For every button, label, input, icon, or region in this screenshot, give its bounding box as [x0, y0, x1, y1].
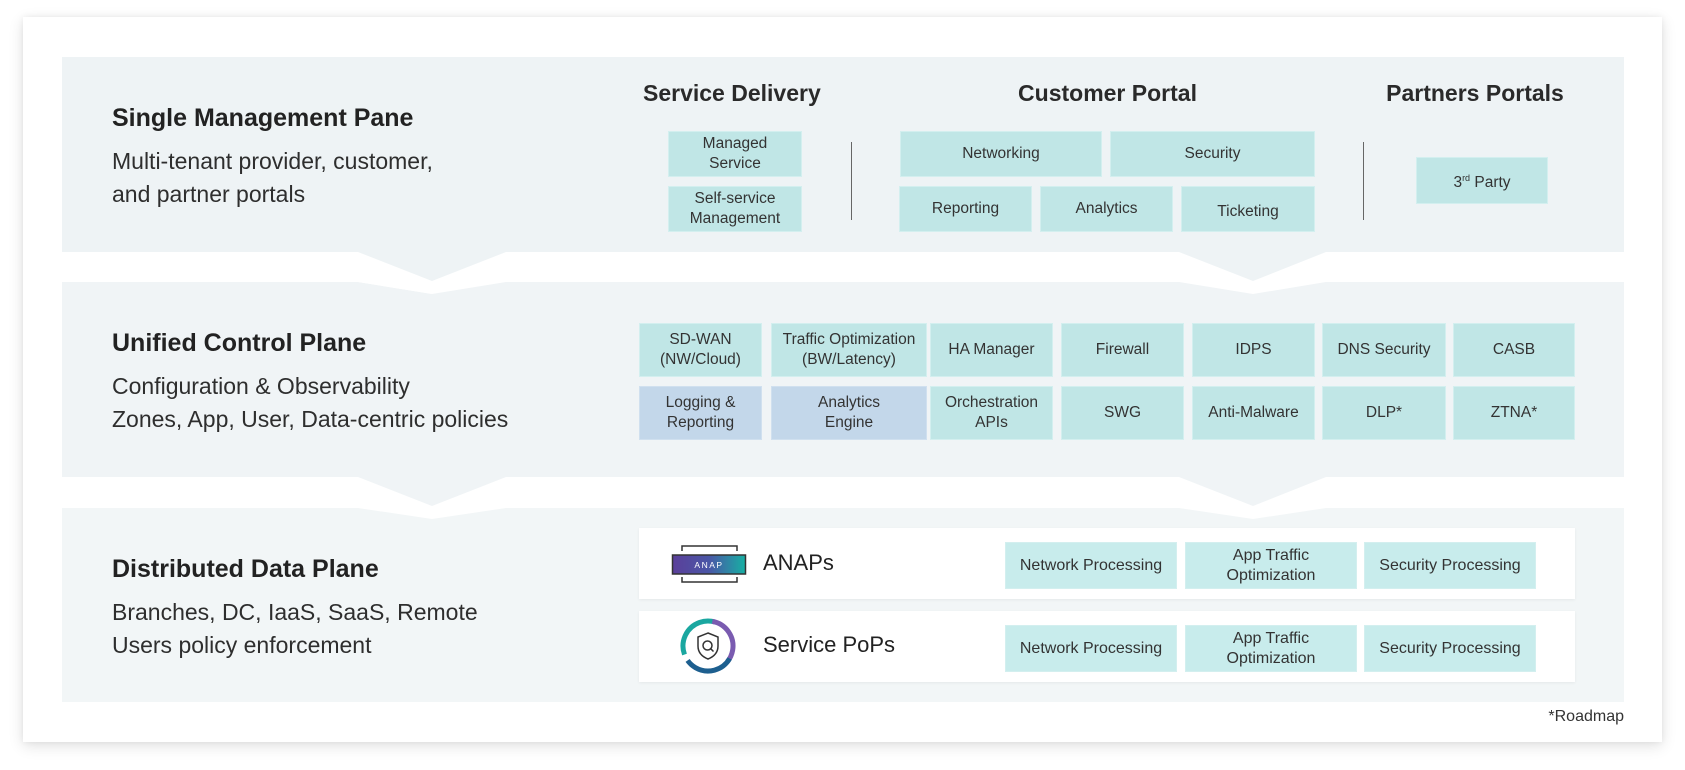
- control-capability-box: Traffic Optimization (BW/Latency): [771, 323, 927, 377]
- management-title: Single Management Pane: [112, 104, 414, 132]
- anaps-label: ANAPs: [763, 550, 834, 575]
- data-desc-line2: Users policy enforcement: [112, 632, 372, 658]
- partners-portals-heading: Partners Portals: [1386, 80, 1564, 106]
- box-label: IDPS: [1235, 341, 1272, 358]
- control-capability-box: IDPS: [1192, 323, 1315, 377]
- box-label: App Traffic Optimization: [1226, 629, 1316, 667]
- box-label: Self-service Management: [689, 190, 781, 227]
- box-label: Security Processing: [1379, 639, 1521, 657]
- data-title: Distributed Data Plane: [112, 555, 379, 583]
- box-label: Network Processing: [1019, 556, 1163, 574]
- box-label: Orchestration APIs: [944, 394, 1039, 431]
- box-label: Logging & Reporting: [665, 394, 736, 431]
- control-capability-box: Logging & Reporting: [639, 386, 762, 440]
- box-label: Analytics: [1075, 200, 1138, 217]
- box-label: DNS Security: [1337, 341, 1431, 358]
- control-capability-box: DNS Security: [1322, 323, 1446, 377]
- control-capability-box: SWG: [1061, 386, 1184, 440]
- service-pops-label: Service PoPs: [763, 632, 896, 657]
- self-service-management-box: Self-service Management: [668, 186, 802, 232]
- processing-box: App Traffic Optimization: [1185, 542, 1357, 589]
- box-label: Anti-Malware: [1208, 404, 1299, 421]
- ticketing-box: Ticketing: [1181, 186, 1315, 232]
- management-desc-line2: and partner portals: [112, 181, 306, 207]
- box-label: Networking: [962, 145, 1040, 162]
- box-label: Managed Service: [702, 135, 768, 172]
- control-capability-box: ZTNA*: [1453, 386, 1575, 440]
- arrow-down-icon: [1179, 477, 1326, 506]
- box-label: HA Manager: [948, 341, 1035, 358]
- box-label: SWG: [1103, 404, 1142, 421]
- notch-cutout: [1179, 508, 1326, 519]
- box-label: Traffic Optimization (BW/Latency): [782, 331, 916, 368]
- processing-box: Security Processing: [1364, 542, 1536, 589]
- control-capability-box: HA Manager: [930, 323, 1053, 377]
- processing-box: App Traffic Optimization: [1185, 625, 1357, 672]
- control-capability-box: Anti-Malware: [1192, 386, 1315, 440]
- ordinal-number: 3: [1453, 174, 1463, 192]
- box-label: App Traffic Optimization: [1226, 546, 1316, 584]
- control-capability-box: Orchestration APIs: [930, 386, 1053, 440]
- analytics-box: Analytics: [1040, 186, 1173, 232]
- box-label: 3rd Party: [1453, 168, 1510, 193]
- control-capability-box: SD-WAN (NW/Cloud): [639, 323, 762, 377]
- anap-icon-text: ANAP: [694, 560, 723, 570]
- box-label: ZTNA*: [1490, 404, 1538, 421]
- notch-cutout: [1179, 282, 1326, 294]
- service-delivery-heading: Service Delivery: [643, 80, 821, 106]
- processing-box: Network Processing: [1005, 542, 1177, 589]
- box-label: Security: [1184, 145, 1241, 162]
- box-label: Security Processing: [1379, 556, 1521, 574]
- control-capability-box: Firewall: [1061, 323, 1184, 377]
- box-label: Analytics Engine: [817, 394, 881, 431]
- management-desc-line1: Multi-tenant provider, customer,: [112, 148, 433, 174]
- box-label: Firewall: [1095, 341, 1150, 358]
- control-desc-line1: Configuration & Observability: [112, 373, 410, 399]
- arrow-down-icon: [358, 252, 506, 281]
- customer-portal-heading: Customer Portal: [1018, 80, 1197, 106]
- box-label: Ticketing: [1217, 202, 1279, 220]
- processing-box: Network Processing: [1005, 625, 1177, 672]
- column-divider: [1363, 142, 1364, 220]
- box-label: SD-WAN (NW/Cloud): [660, 331, 741, 368]
- column-divider: [851, 142, 852, 220]
- party-text: Party: [1470, 174, 1511, 192]
- notch-cutout: [358, 508, 506, 519]
- control-title: Unified Control Plane: [112, 329, 367, 357]
- box-label: DLP*: [1365, 404, 1403, 421]
- control-capability-box: DLP*: [1322, 386, 1446, 440]
- shield-search-icon: [680, 618, 736, 674]
- control-capability-box: CASB: [1453, 323, 1575, 377]
- security-box: Security: [1110, 131, 1315, 177]
- anap-appliance-icon: ANAP: [671, 545, 747, 583]
- arrow-down-icon: [1179, 252, 1326, 281]
- third-party-box: 3rd Party: [1416, 157, 1548, 204]
- box-label: CASB: [1492, 341, 1536, 358]
- ordinal-suffix: rd: [1462, 172, 1471, 183]
- networking-box: Networking: [900, 131, 1102, 177]
- reporting-box: Reporting: [899, 186, 1032, 232]
- managed-service-box: Managed Service: [668, 131, 802, 177]
- processing-box: Security Processing: [1364, 625, 1536, 672]
- data-desc-line1: Branches, DC, IaaS, SaaS, Remote: [112, 599, 478, 625]
- control-desc-line2: Zones, App, User, Data-centric policies: [112, 406, 509, 432]
- box-label: Reporting: [931, 200, 1000, 217]
- roadmap-footnote: *Roadmap: [1548, 708, 1624, 725]
- arrow-down-icon: [358, 477, 506, 506]
- control-capability-box: Analytics Engine: [771, 386, 927, 440]
- box-label: Network Processing: [1019, 639, 1163, 657]
